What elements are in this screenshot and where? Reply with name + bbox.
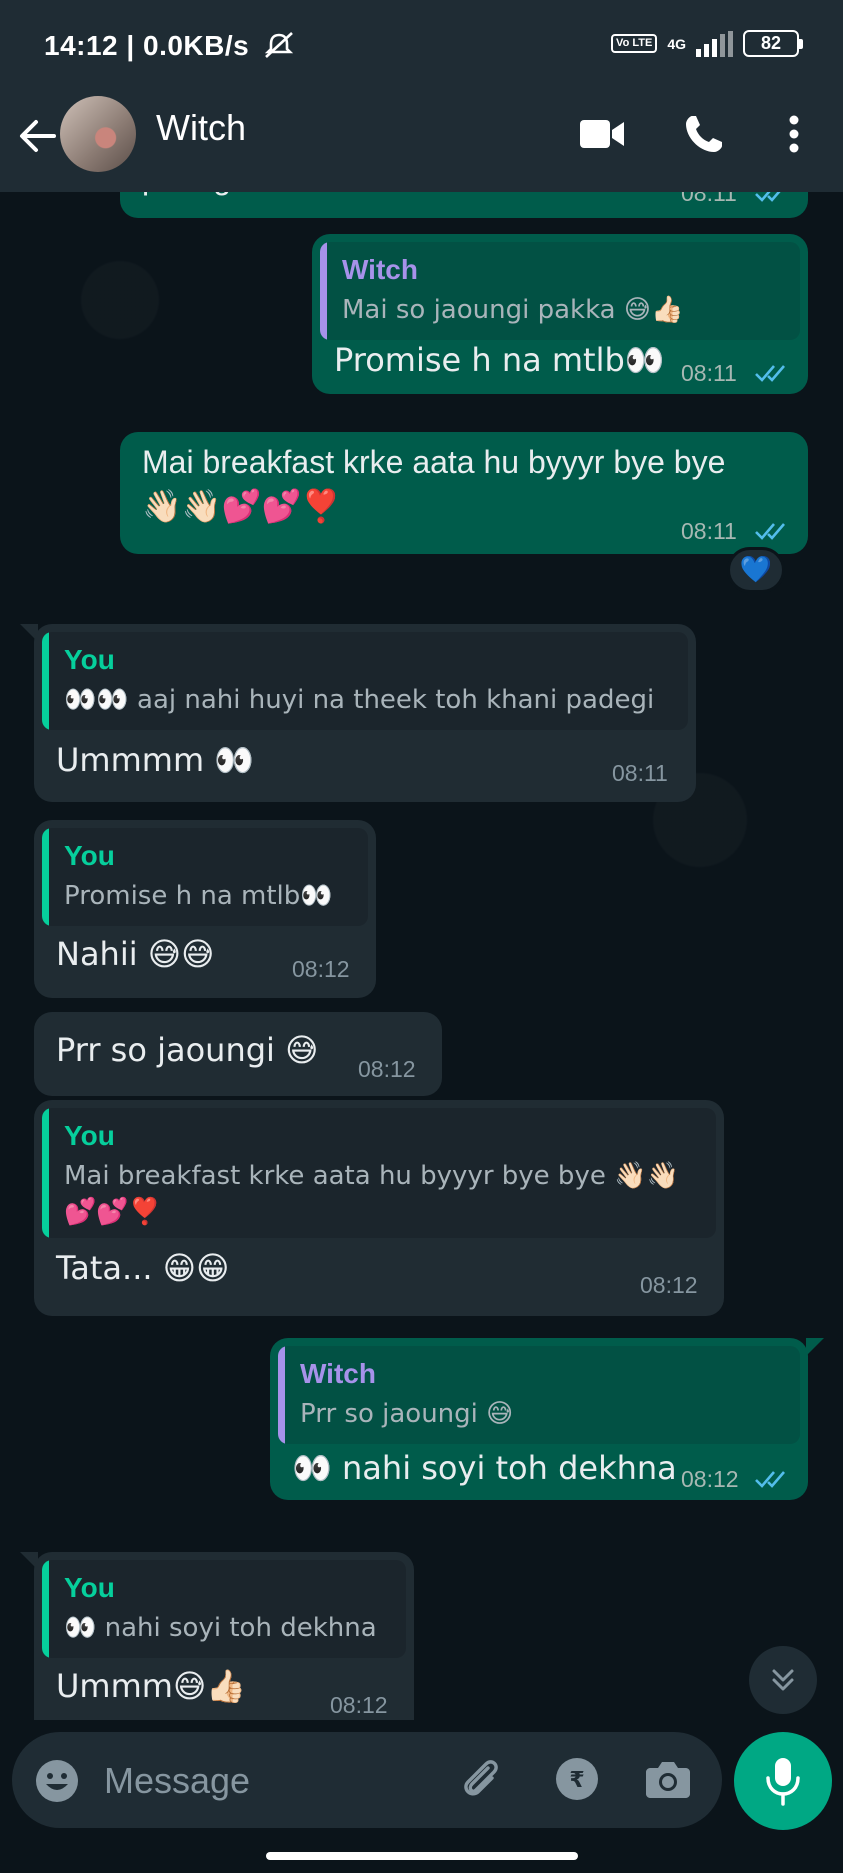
read-ticks-icon	[755, 523, 785, 540]
avatar[interactable]	[60, 96, 136, 172]
volte-badge: Vo LTE	[611, 34, 658, 53]
quoted-text: Mai breakfast krke aata hu byyyr bye bye…	[64, 1161, 679, 1191]
message-text: Ummmm 👀	[56, 741, 255, 779]
read-ticks-icon	[755, 1471, 785, 1488]
battery-level: 82	[743, 30, 799, 57]
mute-icon	[264, 32, 293, 58]
emoji-icon[interactable]	[34, 1758, 80, 1809]
quoted-author: You	[64, 644, 115, 675]
message-bubble-incoming[interactable]: You Promise h na mtlb👀 Nahii 😅😅 08:12	[34, 820, 376, 998]
message-time: 08:11	[681, 192, 737, 206]
bubble-tail	[806, 1338, 824, 1356]
quoted-author: You	[64, 840, 115, 871]
quoted-message[interactable]: You Promise h na mtlb👀	[42, 828, 368, 926]
message-text: Promise h na mtlb👀	[334, 341, 665, 379]
quoted-text: 👀👀 aaj nahi huyi na theek toh khani pade…	[64, 685, 655, 715]
network-type: 4G	[667, 35, 686, 52]
mic-icon[interactable]	[734, 1732, 832, 1830]
quoted-text: Mai so jaoungi pakka 😅👍🏻	[342, 295, 684, 325]
message-text: Tata... 😁😁	[56, 1249, 230, 1287]
message-text: Mai breakfast krke aata hu byyyr bye bye	[142, 444, 726, 480]
svg-text:₹: ₹	[569, 1768, 584, 1793]
attach-icon[interactable]	[458, 1756, 506, 1809]
signal-icon	[696, 30, 733, 57]
reaction-emoji: 💙	[739, 555, 773, 585]
read-ticks-icon	[755, 365, 785, 382]
message-bubble-outgoing[interactable]: Witch Mai so jaoungi pakka 😅👍🏻 Promise h…	[312, 234, 808, 394]
scroll-down-icon[interactable]	[749, 1646, 817, 1714]
message-bubble-incoming[interactable]: You 👀 nahi soyi toh dekhna Ummm😅👍🏻 08:12	[34, 1552, 414, 1720]
message-text: padegi	[142, 192, 238, 200]
message-list[interactable]: padegi 08:11 Witch Mai so jaoungi pakka …	[0, 192, 843, 1720]
message-time: 08:12	[358, 1056, 416, 1082]
message-time: 08:12	[681, 1466, 739, 1492]
message-bubble-incoming[interactable]: Prr so jaoungi 😅 08:12	[34, 1012, 442, 1096]
quoted-message[interactable]: You Mai breakfast krke aata hu byyyr bye…	[42, 1108, 716, 1238]
quoted-text: Prr so jaoungi 😅	[300, 1399, 514, 1429]
message-time: 08:11	[681, 360, 737, 386]
message-time: 08:11	[681, 518, 737, 544]
quoted-author: Witch	[342, 254, 418, 285]
contact-name[interactable]: Witch	[156, 107, 246, 149]
message-text: Ummm😅👍🏻	[56, 1667, 247, 1705]
message-time: 08:11	[612, 760, 668, 786]
message-input[interactable]: Message	[104, 1760, 250, 1802]
quoted-author: Witch	[300, 1358, 376, 1389]
quoted-message[interactable]: You 👀 nahi soyi toh dekhna	[42, 1560, 406, 1658]
message-bubble-incoming[interactable]: You Mai breakfast krke aata hu byyyr bye…	[34, 1100, 724, 1316]
message-text: Prr so jaoungi 😅	[56, 1031, 319, 1069]
status-bar: 14:12 | 0.0KB/s Vo LTE 4G 82	[0, 0, 843, 88]
message-bubble-incoming[interactable]: You 👀👀 aaj nahi huyi na theek toh khani …	[34, 624, 696, 802]
quoted-author: You	[64, 1572, 115, 1603]
status-indicators: Vo LTE 4G 82	[611, 30, 803, 57]
quoted-text: 👀 nahi soyi toh dekhna	[64, 1613, 377, 1643]
battery-icon: 82	[743, 30, 803, 57]
quoted-message[interactable]: Witch Prr so jaoungi 😅	[278, 1346, 800, 1444]
message-time: 08:12	[330, 1692, 388, 1718]
status-time-text: 14:12 | 0.0KB/s	[44, 30, 250, 61]
quoted-text: Promise h na mtlb👀	[64, 881, 333, 911]
quoted-text-line2: 💕💕❣️	[64, 1197, 162, 1227]
read-ticks-icon	[755, 192, 781, 202]
rupee-payment-icon[interactable]: ₹	[554, 1756, 600, 1807]
phone-icon[interactable]	[682, 112, 726, 161]
status-time: 14:12 | 0.0KB/s	[44, 30, 296, 62]
message-emoji: 👋🏻👋🏻💕💕❣️	[142, 487, 342, 525]
message-time: 08:12	[640, 1272, 698, 1298]
message-bubble-outgoing[interactable]: Witch Prr so jaoungi 😅 👀 nahi soyi toh d…	[270, 1338, 808, 1500]
message-composer[interactable]: Message ₹	[12, 1732, 722, 1828]
quoted-message[interactable]: You 👀👀 aaj nahi huyi na theek toh khani …	[42, 632, 688, 730]
message-bubble-outgoing[interactable]: padegi 08:11	[120, 192, 808, 218]
quoted-author: You	[64, 1120, 115, 1151]
message-bubble-outgoing[interactable]: Mai breakfast krke aata hu byyyr bye bye…	[120, 432, 808, 554]
message-reaction[interactable]: 💙	[727, 547, 785, 593]
message-time: 08:12	[292, 956, 350, 982]
more-options-icon[interactable]	[786, 114, 802, 159]
back-arrow-icon[interactable]	[14, 112, 62, 168]
home-indicator[interactable]	[266, 1852, 578, 1860]
video-call-icon[interactable]	[578, 116, 626, 157]
quoted-message[interactable]: Witch Mai so jaoungi pakka 😅👍🏻	[320, 242, 800, 340]
message-text: Nahii 😅😅	[56, 935, 215, 973]
message-text: 👀 nahi soyi toh dekhna	[292, 1449, 677, 1487]
camera-icon[interactable]	[644, 1756, 692, 1807]
